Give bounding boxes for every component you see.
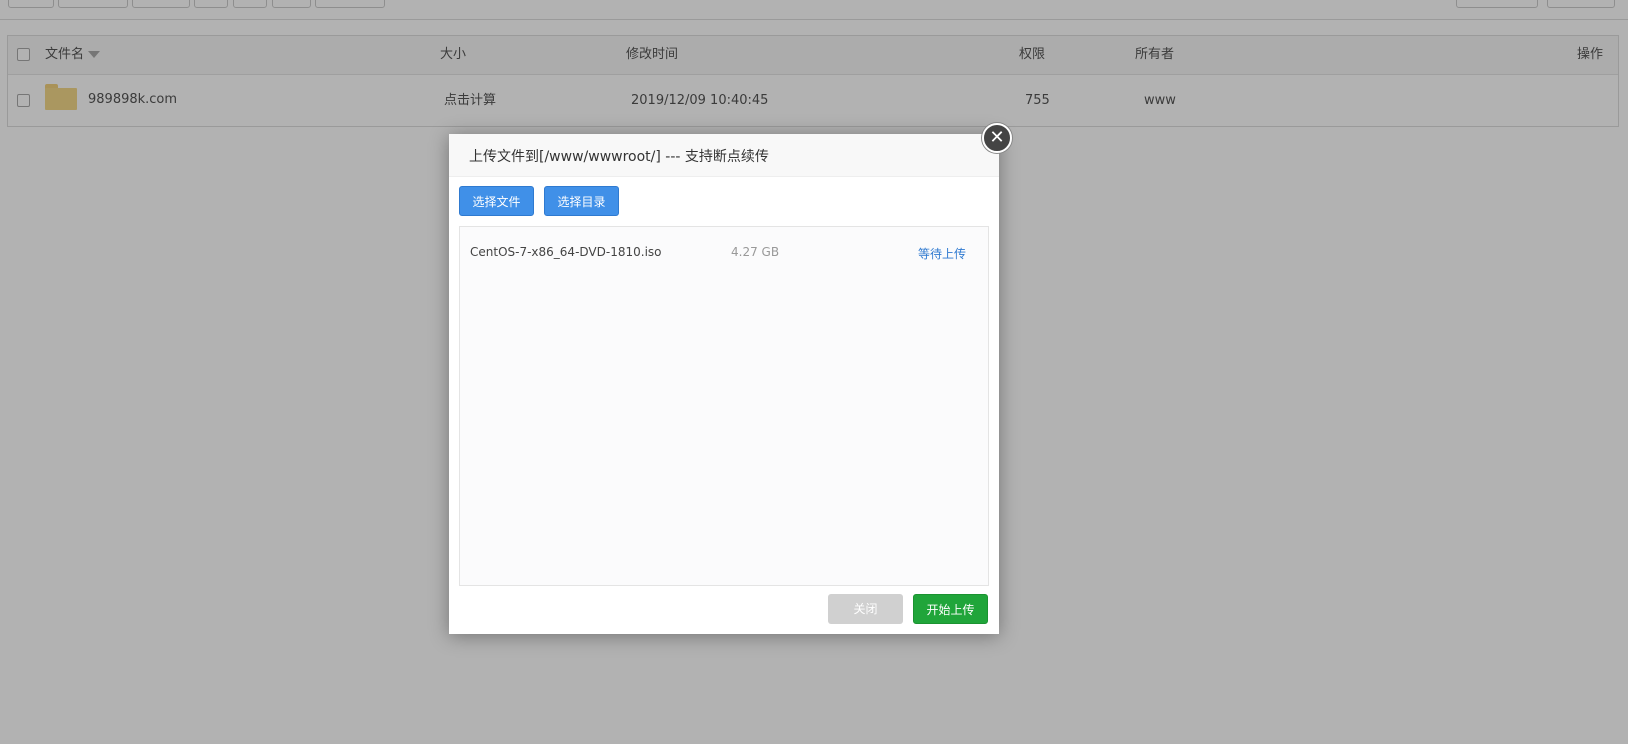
select-file-button[interactable]: 选择文件 xyxy=(459,186,534,216)
list-item: CentOS-7-x86_64-DVD-1810.iso 4.27 GB 等待上… xyxy=(460,227,988,277)
upload-file-list: CentOS-7-x86_64-DVD-1810.iso 4.27 GB 等待上… xyxy=(459,226,989,586)
start-upload-button[interactable]: 开始上传 xyxy=(913,594,988,624)
upload-dialog: 上传文件到[/www/wwwroot/] --- 支持断点续传 ✕ 选择文件 选… xyxy=(449,123,1012,634)
close-icon[interactable]: ✕ xyxy=(982,123,1012,153)
close-button[interactable]: 关闭 xyxy=(828,594,903,624)
dialog-header: 上传文件到[/www/wwwroot/] --- 支持断点续传 xyxy=(449,134,999,177)
select-directory-button[interactable]: 选择目录 xyxy=(544,186,619,216)
upload-file-name: CentOS-7-x86_64-DVD-1810.iso xyxy=(470,245,662,259)
upload-file-size: 4.27 GB xyxy=(731,245,780,259)
file-manager-page: 文件名 大小 修改时间 权限 所有者 操作 989898k.com 点击计算 2… xyxy=(0,0,1628,744)
dialog-title: 上传文件到[/www/wwwroot/] --- 支持断点续传 xyxy=(469,149,769,165)
upload-status: 等待上传 xyxy=(918,247,967,261)
